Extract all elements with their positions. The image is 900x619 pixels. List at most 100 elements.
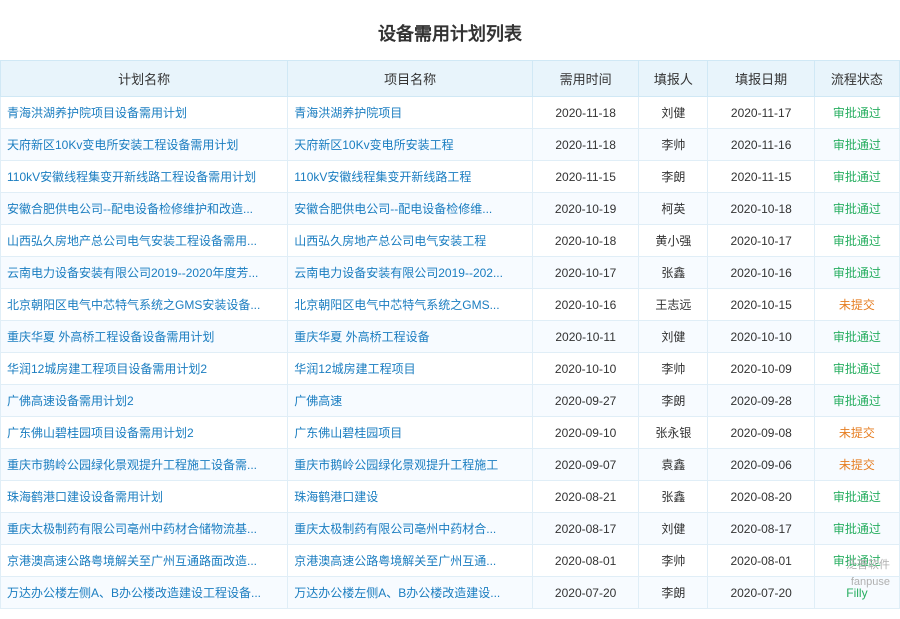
cell-plan-name[interactable]: 山西弘久房地产总公司电气安装工程设备需用...	[1, 225, 288, 257]
table-row: 万达办公楼左侧A、B办公楼改造建设工程设备...万达办公楼左侧A、B办公楼改造建…	[1, 577, 900, 609]
cell-plan-name[interactable]: 珠海鹤港口建设设备需用计划	[1, 481, 288, 513]
cell-status: 审批通过	[814, 513, 899, 545]
table-row: 华润12城房建工程项目设备需用计划2华润12城房建工程项目2020-10-10李…	[1, 353, 900, 385]
cell-status: 审批通过	[814, 97, 899, 129]
cell-reporter: 李帅	[639, 129, 708, 161]
cell-fill-date: 2020-10-17	[708, 225, 814, 257]
table-row: 重庆太极制药有限公司亳州中药材合储物流基...重庆太极制药有限公司亳州中药材合.…	[1, 513, 900, 545]
cell-need-date: 2020-11-18	[532, 97, 638, 129]
header-plan-name: 计划名称	[1, 61, 288, 97]
cell-plan-name[interactable]: 青海洪湖养护院项目设备需用计划	[1, 97, 288, 129]
cell-fill-date: 2020-08-17	[708, 513, 814, 545]
cell-reporter: 李朗	[639, 161, 708, 193]
cell-reporter: 张鑫	[639, 257, 708, 289]
cell-plan-name[interactable]: 重庆华夏 外高桥工程设备设备需用计划	[1, 321, 288, 353]
cell-status: 未提交	[814, 417, 899, 449]
cell-plan-name[interactable]: 北京朝阳区电气中芯特气系统之GMS安装设备...	[1, 289, 288, 321]
cell-status: 审批通过	[814, 161, 899, 193]
cell-status: 审批通过	[814, 385, 899, 417]
cell-fill-date: 2020-09-08	[708, 417, 814, 449]
cell-project-name[interactable]: 万达办公楼左侧A、B办公楼改造建设...	[288, 577, 533, 609]
cell-plan-name[interactable]: 广东佛山碧桂园项目设备需用计划2	[1, 417, 288, 449]
cell-plan-name[interactable]: 京港澳高速公路粤境解关至广州互通路面改造...	[1, 545, 288, 577]
page-title: 设备需用计划列表	[0, 10, 900, 60]
cell-need-date: 2020-08-01	[532, 545, 638, 577]
cell-reporter: 张鑫	[639, 481, 708, 513]
cell-need-date: 2020-10-18	[532, 225, 638, 257]
header-fill-date: 填报日期	[708, 61, 814, 97]
cell-reporter: 袁鑫	[639, 449, 708, 481]
cell-project-name[interactable]: 110kV安徽线程集变开新线路工程	[288, 161, 533, 193]
cell-fill-date: 2020-10-16	[708, 257, 814, 289]
table-row: 云南电力设备安装有限公司2019--2020年度芳...云南电力设备安装有限公司…	[1, 257, 900, 289]
cell-fill-date: 2020-09-28	[708, 385, 814, 417]
cell-project-name[interactable]: 北京朝阳区电气中芯特气系统之GMS...	[288, 289, 533, 321]
cell-status: 审批通过	[814, 129, 899, 161]
cell-project-name[interactable]: 山西弘久房地产总公司电气安装工程	[288, 225, 533, 257]
cell-project-name[interactable]: 重庆华夏 外高桥工程设备	[288, 321, 533, 353]
table-row: 京港澳高速公路粤境解关至广州互通路面改造...京港澳高速公路粤境解关至广州互通.…	[1, 545, 900, 577]
table-row: 青海洪湖养护院项目设备需用计划青海洪湖养护院项目2020-11-18刘健2020…	[1, 97, 900, 129]
cell-reporter: 李帅	[639, 353, 708, 385]
cell-project-name[interactable]: 华润12城房建工程项目	[288, 353, 533, 385]
cell-need-date: 2020-10-19	[532, 193, 638, 225]
cell-project-name[interactable]: 云南电力设备安装有限公司2019--202...	[288, 257, 533, 289]
cell-plan-name[interactable]: 天府新区10Kv变电所安装工程设备需用计划	[1, 129, 288, 161]
cell-project-name[interactable]: 珠海鹤港口建设	[288, 481, 533, 513]
cell-plan-name[interactable]: 安徽合肥供电公司--配电设备检修维护和改造...	[1, 193, 288, 225]
cell-project-name[interactable]: 青海洪湖养护院项目	[288, 97, 533, 129]
cell-project-name[interactable]: 重庆市鹅岭公园绿化景观提升工程施工	[288, 449, 533, 481]
watermark: 泛普软件 fanpuse	[846, 557, 890, 590]
cell-status: 审批通过	[814, 193, 899, 225]
cell-fill-date: 2020-08-20	[708, 481, 814, 513]
table-row: 重庆市鹅岭公园绿化景观提升工程施工设备需...重庆市鹅岭公园绿化景观提升工程施工…	[1, 449, 900, 481]
cell-reporter: 黄小强	[639, 225, 708, 257]
cell-plan-name[interactable]: 重庆太极制药有限公司亳州中药材合储物流基...	[1, 513, 288, 545]
cell-status: 审批通过	[814, 481, 899, 513]
cell-project-name[interactable]: 广东佛山碧桂园项目	[288, 417, 533, 449]
cell-reporter: 刘健	[639, 97, 708, 129]
cell-project-name[interactable]: 重庆太极制药有限公司亳州中药材合...	[288, 513, 533, 545]
cell-fill-date: 2020-11-17	[708, 97, 814, 129]
cell-need-date: 2020-08-21	[532, 481, 638, 513]
table-row: 山西弘久房地产总公司电气安装工程设备需用...山西弘久房地产总公司电气安装工程2…	[1, 225, 900, 257]
cell-fill-date: 2020-10-15	[708, 289, 814, 321]
cell-reporter: 李帅	[639, 545, 708, 577]
cell-plan-name[interactable]: 华润12城房建工程项目设备需用计划2	[1, 353, 288, 385]
equipment-plan-table: 计划名称 项目名称 需用时间 填报人 填报日期 流程状态 青海洪湖养护院项目设备…	[0, 60, 900, 609]
main-container: 设备需用计划列表 计划名称 项目名称 需用时间 填报人 填报日期 流程状态 青海…	[0, 0, 900, 619]
cell-project-name[interactable]: 广佛高速	[288, 385, 533, 417]
header-need-date: 需用时间	[532, 61, 638, 97]
cell-plan-name[interactable]: 万达办公楼左侧A、B办公楼改造建设工程设备...	[1, 577, 288, 609]
cell-fill-date: 2020-11-16	[708, 129, 814, 161]
cell-project-name[interactable]: 天府新区10Kv变电所安装工程	[288, 129, 533, 161]
cell-need-date: 2020-11-15	[532, 161, 638, 193]
table-row: 广佛高速设备需用计划2广佛高速2020-09-27李朗2020-09-28审批通…	[1, 385, 900, 417]
table-row: 110kV安徽线程集变开新线路工程设备需用计划110kV安徽线程集变开新线路工程…	[1, 161, 900, 193]
cell-reporter: 刘健	[639, 321, 708, 353]
cell-plan-name[interactable]: 110kV安徽线程集变开新线路工程设备需用计划	[1, 161, 288, 193]
cell-status: 未提交	[814, 289, 899, 321]
cell-need-date: 2020-09-10	[532, 417, 638, 449]
cell-plan-name[interactable]: 重庆市鹅岭公园绿化景观提升工程施工设备需...	[1, 449, 288, 481]
cell-fill-date: 2020-10-10	[708, 321, 814, 353]
cell-need-date: 2020-09-07	[532, 449, 638, 481]
cell-fill-date: 2020-07-20	[708, 577, 814, 609]
table-row: 北京朝阳区电气中芯特气系统之GMS安装设备...北京朝阳区电气中芯特气系统之GM…	[1, 289, 900, 321]
cell-need-date: 2020-09-27	[532, 385, 638, 417]
cell-need-date: 2020-10-11	[532, 321, 638, 353]
cell-project-name[interactable]: 安徽合肥供电公司--配电设备检修维...	[288, 193, 533, 225]
cell-need-date: 2020-11-18	[532, 129, 638, 161]
cell-need-date: 2020-08-17	[532, 513, 638, 545]
cell-status: 审批通过	[814, 321, 899, 353]
cell-fill-date: 2020-09-06	[708, 449, 814, 481]
cell-fill-date: 2020-10-18	[708, 193, 814, 225]
header-project-name: 项目名称	[288, 61, 533, 97]
cell-status: 审批通过	[814, 353, 899, 385]
cell-project-name[interactable]: 京港澳高速公路粤境解关至广州互通...	[288, 545, 533, 577]
cell-need-date: 2020-10-10	[532, 353, 638, 385]
cell-reporter: 张永银	[639, 417, 708, 449]
cell-plan-name[interactable]: 广佛高速设备需用计划2	[1, 385, 288, 417]
cell-plan-name[interactable]: 云南电力设备安装有限公司2019--2020年度芳...	[1, 257, 288, 289]
cell-need-date: 2020-07-20	[532, 577, 638, 609]
